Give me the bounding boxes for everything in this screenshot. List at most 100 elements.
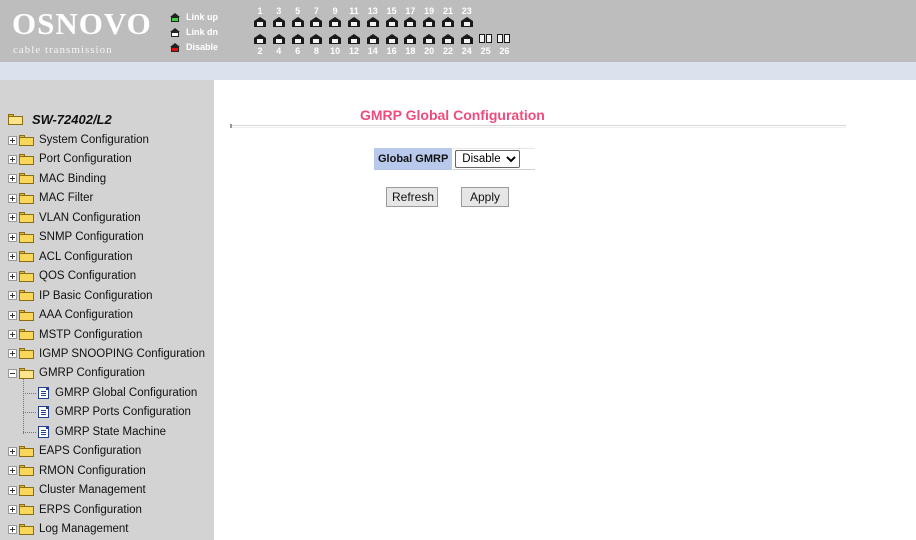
port-4-icon[interactable] [272, 34, 285, 44]
port-22-icon[interactable] [442, 34, 454, 44]
sidebar-item[interactable]: MAC Binding [8, 171, 106, 187]
port-2-icon[interactable] [254, 34, 266, 44]
sidebar-item[interactable]: ERPS Configuration [8, 502, 142, 518]
port-14-icon[interactable] [366, 34, 379, 44]
expand-icon[interactable] [8, 135, 17, 145]
port-9-icon[interactable] [329, 17, 342, 27]
sidebar-tree: SW-72402/L2 System Configuration Port Con… [0, 80, 214, 540]
port-number-label: 10 [330, 46, 341, 56]
sidebar-item[interactable]: Log Management [8, 521, 129, 537]
sidebar-item[interactable]: EAPS Configuration [8, 443, 141, 459]
port-23-icon[interactable] [460, 17, 473, 27]
tree-root[interactable]: SW-72402/L2 [8, 112, 112, 127]
port-19-icon[interactable] [423, 17, 436, 27]
tree-root-label: SW-72402/L2 [32, 112, 112, 127]
legend-label: Link dn [186, 27, 218, 37]
tree-connector [23, 412, 36, 414]
port-1-icon[interactable] [254, 17, 266, 27]
sidebar-subitem-label: GMRP State Machine [55, 425, 167, 438]
folder-icon [19, 173, 34, 185]
folder-icon [19, 523, 34, 535]
port-15-icon[interactable] [385, 17, 398, 27]
port-3-icon[interactable] [272, 17, 285, 27]
port-number-label: 26 [499, 46, 510, 56]
sidebar-item[interactable]: MSTP Configuration [8, 327, 142, 343]
sidebar-subitem[interactable]: GMRP State Machine [38, 424, 166, 440]
sidebar-item[interactable]: IP Basic Configuration [8, 288, 153, 304]
port-number-label: 18 [405, 46, 416, 56]
port-number-label: 2 [257, 46, 263, 56]
port-number-label: 5 [295, 6, 301, 16]
global-gmrp-label: Global GMRP [374, 148, 454, 170]
port-17-icon[interactable] [404, 17, 417, 27]
sidebar-item[interactable]: IGMP SNOOPING Configuration [8, 346, 205, 362]
expand-icon[interactable] [8, 154, 17, 164]
port-11-icon[interactable] [348, 17, 360, 27]
sidebar-item[interactable]: GMRP Configuration [8, 365, 145, 381]
expand-icon[interactable] [8, 505, 17, 515]
sidebar-item-label: IP Basic Configuration [39, 289, 153, 302]
sidebar-item[interactable]: SNMP Configuration [8, 229, 144, 245]
open-folder-icon [19, 367, 34, 379]
expand-icon[interactable] [8, 213, 17, 223]
folder-icon [19, 348, 34, 360]
global-gmrp-select[interactable]: Disable [455, 150, 521, 168]
refresh-button[interactable]: Refresh [386, 187, 438, 207]
port-20-icon[interactable] [423, 34, 436, 44]
global-gmrp-cell: Disable [453, 148, 536, 170]
port-10-icon[interactable] [329, 34, 342, 44]
sidebar-item[interactable]: VLAN Configuration [8, 210, 141, 226]
sidebar-item-label: Port Configuration [39, 153, 132, 166]
legend-link-up: Link up [170, 11, 218, 23]
sidebar-item[interactable]: System Configuration [8, 132, 149, 148]
port-26-icon[interactable] [497, 34, 511, 43]
link-up-icon [170, 12, 180, 22]
port-number-label: 3 [276, 6, 282, 16]
expand-icon[interactable] [8, 330, 17, 339]
expand-icon[interactable] [8, 232, 17, 242]
expand-icon[interactable] [8, 446, 17, 456]
sidebar-item[interactable]: Cluster Management [8, 482, 146, 498]
main-content: GMRP Global Configuration Global GMRP Di… [214, 80, 916, 540]
port-6-icon[interactable] [291, 34, 304, 44]
expand-icon[interactable] [8, 485, 17, 495]
expand-icon[interactable] [8, 524, 17, 534]
expand-icon[interactable] [8, 193, 17, 203]
legend-label: Disable [186, 42, 219, 52]
sidebar-item-label: MAC Binding [39, 172, 107, 185]
collapse-icon[interactable] [8, 368, 17, 378]
port-24-icon[interactable] [460, 34, 473, 44]
port-25-icon[interactable] [478, 34, 493, 43]
port-5-icon[interactable] [291, 17, 304, 27]
sidebar-item[interactable]: Port Configuration [8, 151, 132, 167]
sidebar-subitem[interactable]: GMRP Global Configuration [38, 385, 197, 401]
port-12-icon[interactable] [348, 34, 360, 44]
sidebar-item[interactable]: MAC Filter [8, 190, 93, 206]
sidebar-item[interactable]: QOS Configuration [8, 268, 136, 284]
port-8-icon[interactable] [310, 34, 323, 44]
port-18-icon[interactable] [404, 34, 417, 44]
expand-icon[interactable] [8, 252, 17, 262]
sidebar-item[interactable]: AAA Configuration [8, 307, 133, 323]
port-13-icon[interactable] [366, 17, 379, 27]
port-16-icon[interactable] [385, 34, 398, 44]
sidebar-item-label: EAPS Configuration [39, 445, 142, 458]
folder-icon [19, 251, 34, 263]
expand-icon[interactable] [8, 174, 17, 184]
folder-icon [19, 309, 34, 321]
expand-icon[interactable] [8, 310, 17, 320]
apply-button[interactable]: Apply [461, 187, 509, 207]
folder-icon [19, 270, 34, 282]
sidebar-item[interactable]: ACL Configuration [8, 249, 133, 265]
expand-icon[interactable] [8, 291, 17, 301]
port-number-label: 1 [257, 6, 263, 16]
expand-icon[interactable] [8, 349, 17, 359]
expand-icon[interactable] [8, 271, 17, 281]
port-21-icon[interactable] [442, 17, 454, 27]
link-down-icon [170, 27, 180, 37]
port-number-label: 23 [461, 6, 472, 16]
sidebar-item[interactable]: RMON Configuration [8, 463, 146, 479]
port-7-icon[interactable] [310, 17, 323, 27]
expand-icon[interactable] [8, 466, 17, 476]
sidebar-subitem[interactable]: GMRP Ports Configuration [38, 404, 191, 420]
